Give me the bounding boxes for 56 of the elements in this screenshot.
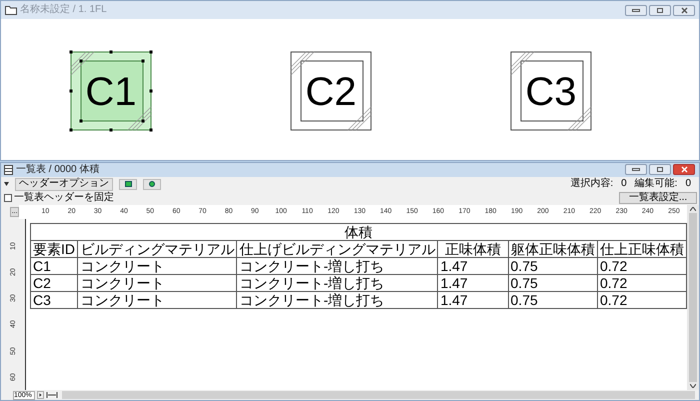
maximize-button[interactable] [649,164,671,176]
scroll-up-icon[interactable] [690,206,696,211]
table-cell: 0.72 [597,274,686,292]
column-label: C2 [305,70,357,114]
minimize-button[interactable] [625,4,647,16]
scroll-down-icon[interactable] [690,384,696,388]
window-title: 一覧表 / 0000 体積 [16,164,100,175]
table-cell: 1.47 [438,291,508,308]
close-icon [680,166,688,174]
table-cell: コンクリート [78,274,237,292]
column-label: C3 [525,70,577,114]
table-cell: 1.47 [438,274,508,292]
schedule-settings-button[interactable]: 一覧表設定... [619,192,697,204]
table-cell: 0.75 [508,257,598,274]
table-cell: コンクリート [78,257,237,274]
group-header: 体積 [30,223,686,240]
table-cell: C3 [30,291,78,308]
fix-header-checkbox[interactable] [4,194,12,202]
table-cell: 0.75 [508,274,598,292]
table-cell: コンクリート-増し打ち [236,257,438,274]
table-cell: C2 [30,274,78,292]
column-header: 仕上げビルディングマテリアル [236,240,438,258]
select-tool-button[interactable] [119,178,137,190]
column-header: 仕上正味体積 [597,240,686,258]
table-cell: コンクリート-増し打ち [236,274,438,292]
table-cell: 0.72 [597,291,686,308]
fit-width-icon[interactable] [46,391,58,399]
column-header: 躯体正味体積 [508,240,598,258]
header-options-dropdown[interactable]: ヘッダーオプション [15,178,113,191]
selection-label: 選択内容: [570,179,614,190]
column-label: C1 [85,70,137,114]
column-header: 正味体積 [438,240,508,258]
column-header: ビルディングマテリアル [78,240,237,258]
horizontal-scrollbar[interactable] [62,391,695,399]
editable-label: 編集可能: [634,179,678,190]
zoom-arrow-icon[interactable] [37,391,44,399]
editable-count: 0 [685,179,691,190]
maximize-button[interactable] [649,4,671,16]
table-cell: 0.75 [508,291,598,308]
vertical-scrollbar[interactable] [687,204,699,390]
table-cell: 1.47 [438,257,508,274]
folder-icon [5,5,17,15]
selection-count: 0 [621,179,627,190]
column-header: 要素ID [30,240,78,258]
window-title: 名称未設定 / 1. 1FL [20,5,107,15]
close-button[interactable] [673,4,695,16]
close-button[interactable] [673,164,695,176]
table-cell: コンクリート-増し打ち [236,291,438,308]
minimize-button[interactable] [625,164,647,176]
list-icon [4,164,13,175]
table-cell: 0.72 [597,257,686,274]
checkbox-label: 一覧表ヘッダーを固定 [14,193,114,204]
caret-icon [4,182,9,186]
table-cell: C1 [30,257,78,274]
close-icon [680,6,688,14]
table-cell: コンクリート [78,291,237,308]
